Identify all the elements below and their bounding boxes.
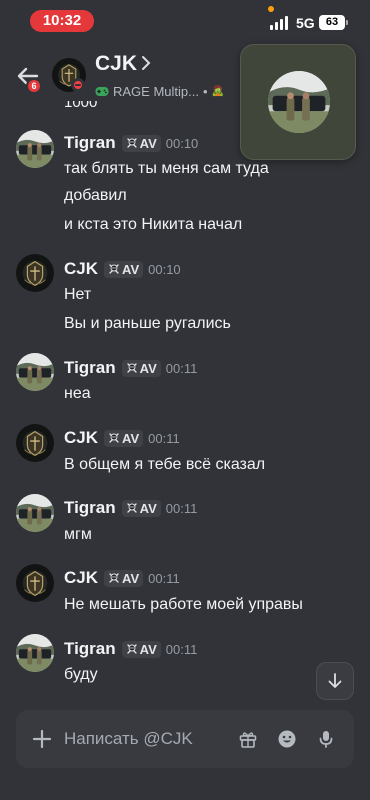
avatar[interactable] [16,130,54,168]
clan-tag[interactable]: AV [121,359,161,377]
clan-tag-label: AV [122,261,140,277]
author-line: Tigran AV 00:11 [64,497,197,519]
author-line: CJK AV 00:10 [64,258,181,280]
message-timestamp: 00:11 [165,641,198,657]
author-line: Tigran AV 00:10 [64,132,198,154]
skull-icon [108,432,120,444]
activity-emoji: 🧟 [211,85,224,97]
message-text: добавил [64,187,127,204]
skull-icon [126,137,138,149]
plus-icon[interactable] [30,727,54,751]
clan-tag[interactable]: AV [121,134,161,152]
activity-name: RAGE Multip... [113,83,199,99]
clan-tag[interactable]: AV [121,640,161,658]
clan-tag[interactable]: AV [104,260,144,278]
clan-tag[interactable]: AV [104,429,144,447]
clan-tag-label: AV [139,135,157,151]
message-composer [16,710,354,768]
message-text: буду [64,666,98,683]
message-timestamp: 00:11 [148,430,180,446]
clan-tag-label: AV [122,570,140,586]
skull-icon [126,643,138,655]
message-text: неа [64,385,91,402]
author-name[interactable]: CJK [64,568,98,588]
battery-icon: 63 [319,15,348,30]
skull-icon [126,362,138,374]
activity-separator: • [202,83,208,99]
message-text: Вы и раньше ругались [64,315,231,332]
skull-icon [126,502,138,514]
message-timestamp: 00:10 [165,135,199,151]
clock-time: 10:32 [30,10,94,32]
chevron-right-icon[interactable] [141,55,151,71]
arrow-down-icon [328,673,342,688]
picture-in-picture-window[interactable] [240,44,356,160]
network-type: 5G [296,15,315,31]
dnd-status-icon [71,78,85,92]
message-timestamp: 00:10 [148,261,181,277]
skull-icon [108,263,120,275]
battery-level: 63 [325,16,339,28]
author-name[interactable]: Tigran [64,498,116,518]
unread-count-badge: 6 [26,78,42,94]
message-text: так блять ты меня сам туда [64,160,269,177]
message-text: В общем я тебе всё сказал [64,456,266,473]
avatar[interactable] [16,564,54,602]
clan-tag[interactable]: AV [104,569,144,587]
clan-tag-label: AV [139,641,157,657]
contact-name[interactable]: CJK [95,52,137,76]
author-name[interactable]: Tigran [64,133,116,153]
author-name[interactable]: CJK [64,259,98,279]
avatar[interactable] [16,424,54,462]
message-text: Не мешать работе моей управы [64,596,303,613]
microphone-icon[interactable] [316,729,336,749]
message-input[interactable] [64,727,224,751]
message-timestamp: 00:11 [165,360,198,376]
gift-icon[interactable] [238,729,258,749]
clan-tag[interactable]: AV [121,499,161,517]
author-line: CJK AV 00:11 [64,427,180,449]
pip-avatar [268,71,330,133]
author-name[interactable]: CJK [64,428,98,448]
message-timestamp: 00:11 [165,500,198,516]
author-line: Tigran AV 00:11 [64,638,197,660]
avatar[interactable] [16,494,54,532]
activity-status: RAGE Multip... • 🧟 [95,83,224,99]
gamepad-icon [95,86,109,96]
emoji-icon[interactable] [277,729,297,749]
author-name[interactable]: Tigran [64,358,116,378]
message-text: Нет [64,286,92,303]
avatar[interactable] [16,634,54,672]
clan-tag-label: AV [139,360,157,376]
skull-icon [108,572,120,584]
status-bar: 10:32 5G 63 [0,0,370,42]
author-name[interactable]: Tigran [64,639,116,659]
jump-to-latest-button[interactable] [316,662,354,700]
message-text: мгм [64,526,92,543]
cellular-signal-icon [270,16,290,30]
clan-tag-label: AV [139,500,157,516]
privacy-indicator-dot [268,6,274,12]
message-text: и кста это Никита начал [64,216,243,233]
avatar[interactable] [16,254,54,292]
author-line: CJK AV 00:11 [64,567,180,589]
avatar[interactable] [16,353,54,391]
clan-tag-label: AV [122,430,140,446]
author-line: Tigran AV 00:11 [64,357,197,379]
message-timestamp: 00:11 [148,570,180,586]
